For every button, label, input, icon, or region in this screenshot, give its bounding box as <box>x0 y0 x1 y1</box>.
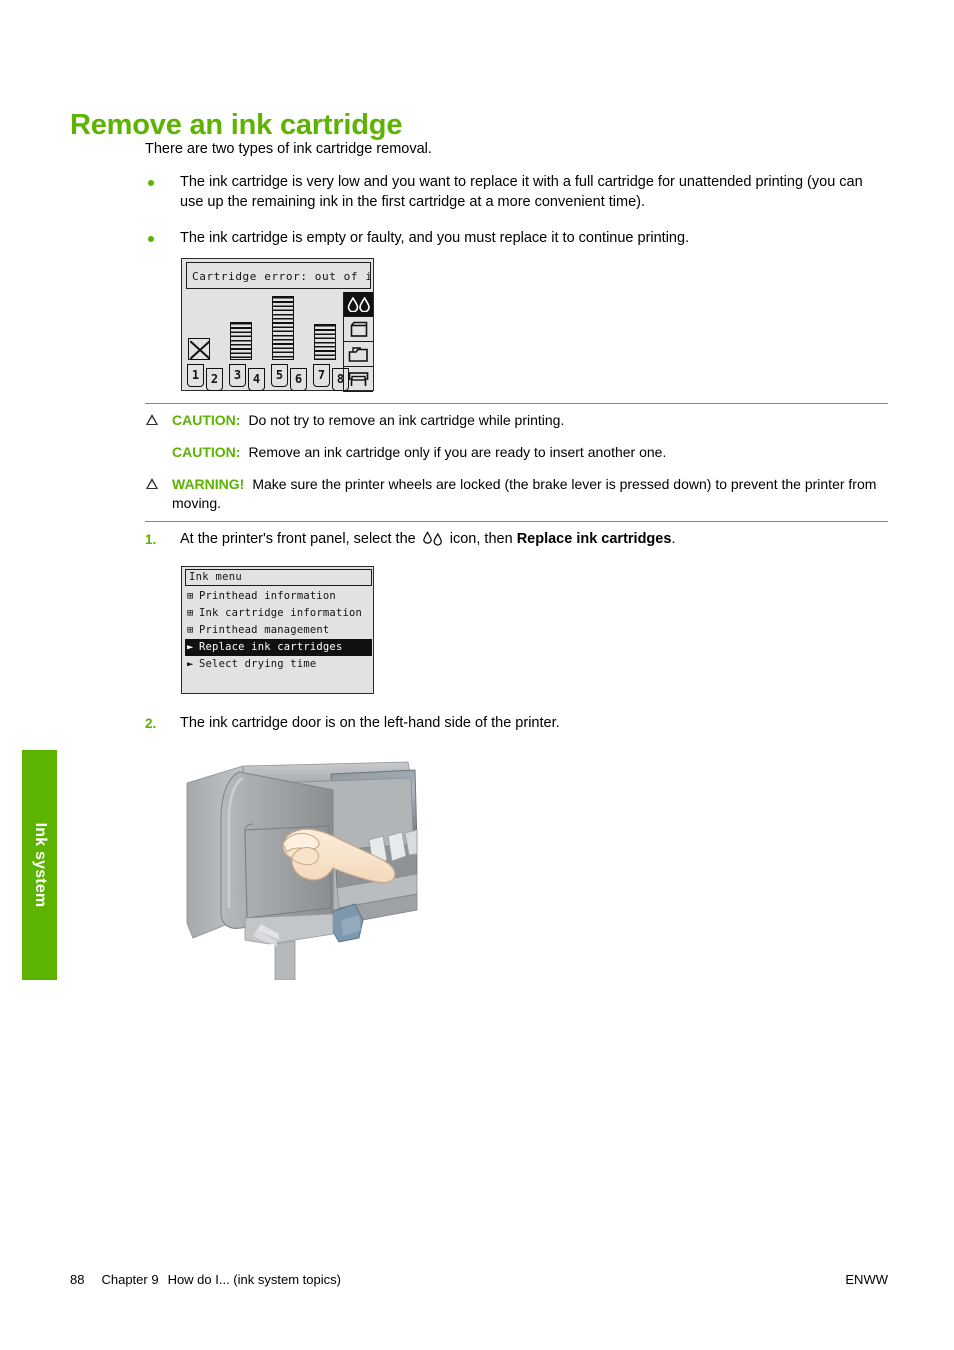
front-panel-status-message: Cartridge error: out of ink <box>186 262 371 289</box>
menu-item-label: Select drying time <box>199 658 317 670</box>
submenu-box-icon: ⊞ <box>187 624 194 636</box>
play-arrow-icon: ► <box>187 641 194 653</box>
list-item-text: The ink cartridge is empty or faulty, an… <box>180 230 690 246</box>
caution-warning-block: CAUTION: Do not try to remove an ink cart… <box>145 403 888 522</box>
cartridge-slot-number: 2 <box>206 368 223 391</box>
step-number: 1. <box>145 532 157 547</box>
menu-item[interactable]: ► Select drying time <box>185 656 372 673</box>
warning-note: WARNING! Make sure the printer wheels are… <box>145 475 888 513</box>
removal-types-list: The ink cartridge is very low and you wa… <box>145 173 890 266</box>
note-text: Do not try to remove an ink cartridge wh… <box>248 412 565 428</box>
list-item: The ink cartridge is very low and you wa… <box>145 173 890 212</box>
submenu-box-icon: ⊞ <box>187 607 194 619</box>
printer-ink-door-illustration <box>183 748 418 981</box>
menu-item-selected[interactable]: ► Replace ink cartridges <box>185 639 372 656</box>
ink-tank-icon[interactable] <box>343 317 373 342</box>
list-item-text: The ink cartridge is very low and you wa… <box>180 174 863 210</box>
warning-triangle-icon <box>146 478 158 489</box>
cartridge-slot-number: 6 <box>290 368 307 391</box>
ink-drops-icon[interactable] <box>343 292 373 317</box>
ink-level-gauges: 1 2 3 4 5 6 7 8 <box>185 289 350 391</box>
note-text: Make sure the printer wheels are locked … <box>172 476 877 511</box>
cartridge-slot-number: 3 <box>229 364 246 387</box>
play-arrow-icon: ► <box>187 658 194 670</box>
media-stack-icon[interactable] <box>343 342 373 367</box>
footer-chapter: Chapter 9 <box>101 1272 159 1287</box>
cartridge-slot-number: 4 <box>248 368 265 391</box>
caution-note-2: CAUTION: Remove an ink cartridge only if … <box>145 443 888 462</box>
note-keyword: CAUTION: <box>172 444 241 460</box>
footer-locale: ENWW <box>845 1272 888 1287</box>
ink-level-bar <box>272 296 294 360</box>
step-1: 1. At the printer's front panel, select … <box>145 530 890 552</box>
intro-paragraph: There are two types of ink cartridge rem… <box>145 141 432 157</box>
ink-drops-icon <box>422 531 444 552</box>
menu-item-label: Printhead management <box>199 624 330 636</box>
front-panel-error-screen: Cartridge error: out of ink 1 2 3 4 5 6 <box>181 258 374 392</box>
step-menu-item-name: Replace ink cartridges <box>516 531 672 547</box>
ink-level-bar <box>230 322 252 360</box>
caution-note-1: CAUTION: Do not try to remove an ink cart… <box>145 411 888 430</box>
ink-level-bar-empty <box>188 338 210 360</box>
step-2: 2. The ink cartridge door is on the left… <box>145 714 890 733</box>
menu-item-label: Printhead information <box>199 590 336 602</box>
note-text: Remove an ink cartridge only if you are … <box>248 444 667 460</box>
menu-item[interactable]: ⊞ Ink cartridge information <box>185 605 372 622</box>
page-title: Remove an ink cartridge <box>70 109 403 142</box>
front-panel-icon-column <box>343 292 373 392</box>
printer-icon[interactable] <box>343 367 373 392</box>
cartridge-slot-number: 7 <box>313 364 330 387</box>
menu-item-label: Ink cartridge information <box>199 607 363 619</box>
page-footer: 88 Chapter 9 How do I... (ink system top… <box>70 1272 888 1287</box>
note-keyword: WARNING! <box>172 476 245 492</box>
cartridge-slot-number: 5 <box>271 364 288 387</box>
step-text-middle: icon, then <box>449 531 513 547</box>
list-item: The ink cartridge is empty or faulty, an… <box>145 229 890 249</box>
step-text-after: . <box>671 531 676 547</box>
submenu-box-icon: ⊞ <box>187 590 194 602</box>
ink-level-bar <box>314 324 336 360</box>
note-keyword: CAUTION: <box>172 412 241 428</box>
footer-chapter-title: How do I... (ink system topics) <box>167 1272 341 1287</box>
menu-item-label: Replace ink cartridges <box>199 641 343 653</box>
menu-item[interactable]: ⊞ Printhead management <box>185 622 372 639</box>
ink-menu-list: ⊞ Printhead information ⊞ Ink cartridge in… <box>185 588 372 673</box>
step-number: 2. <box>145 716 157 731</box>
cartridge-slot-number: 1 <box>187 364 204 387</box>
step-text-before: At the printer's front panel, select the <box>180 531 416 547</box>
footer-page-number: 88 <box>70 1272 85 1287</box>
menu-item[interactable]: ⊞ Printhead information <box>185 588 372 605</box>
ink-menu-title: Ink menu <box>185 569 372 586</box>
step-text: The ink cartridge door is on the left-ha… <box>180 715 560 731</box>
front-panel-ink-menu-screen: Ink menu ⊞ Printhead information ⊞ Ink car… <box>181 566 374 694</box>
caution-triangle-icon <box>146 414 158 425</box>
page-content: Remove an ink cartridge There are two ty… <box>0 0 954 1350</box>
